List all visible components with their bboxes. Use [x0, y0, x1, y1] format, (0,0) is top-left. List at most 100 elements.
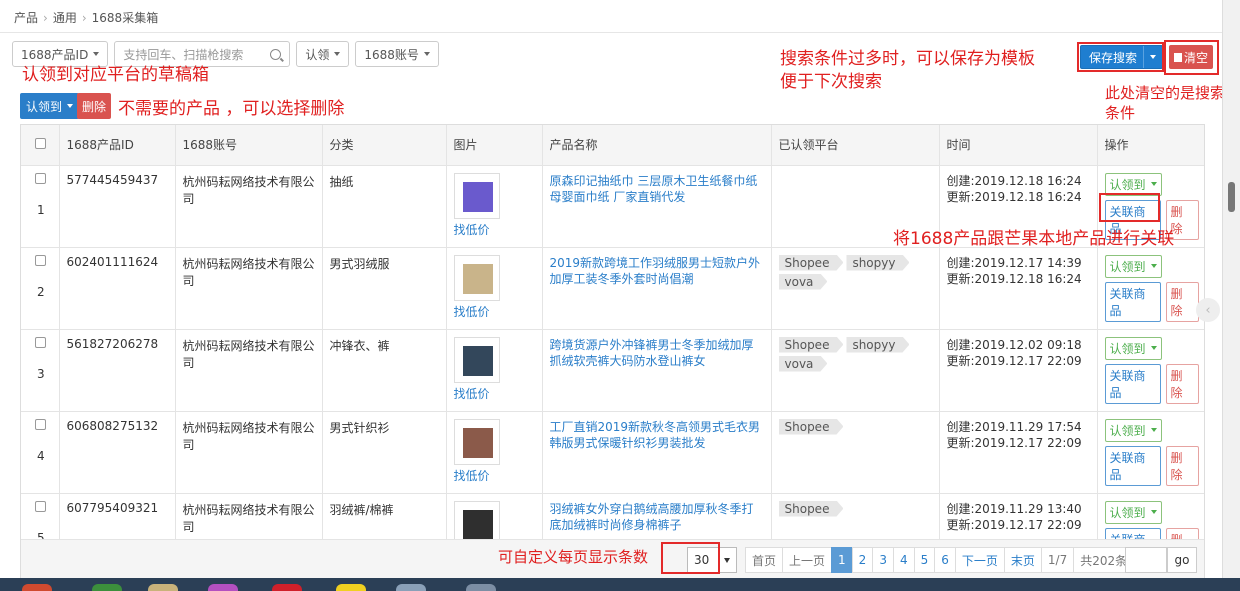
product-thumbnail[interactable]: [453, 172, 500, 219]
account-cell: 杭州码耘网络技术有限公司: [175, 329, 323, 412]
product-image: [462, 263, 493, 294]
link-product-button[interactable]: 关联商品: [1104, 281, 1161, 322]
row-checkbox[interactable]: [35, 336, 46, 348]
chevron-down-icon: [1150, 428, 1157, 432]
row-delete-button[interactable]: 删除: [1165, 281, 1199, 322]
save-search-dropdown[interactable]: [1143, 46, 1162, 68]
breadcrumb-item-general[interactable]: 通用: [53, 11, 77, 25]
breadcrumb-item-products[interactable]: 产品: [14, 11, 38, 25]
platform-tag: Shopee: [779, 255, 844, 271]
page-6-button[interactable]: 6: [934, 547, 956, 573]
link-product-button[interactable]: 关联商品: [1104, 445, 1161, 486]
taskbar-app-icon[interactable]: [272, 584, 302, 591]
row-checkbox[interactable]: [35, 172, 46, 184]
table-row: 2 602401111624 杭州码耘网络技术有限公司 男式羽绒服 找低价 20…: [21, 247, 1204, 330]
product-image: [462, 427, 493, 458]
page-info: 1/7: [1040, 547, 1075, 573]
created-time: 创建:2019.12.02 09:18: [946, 337, 1082, 352]
chevron-down-icon: [1150, 55, 1157, 59]
clear-button[interactable]: 清空: [1169, 45, 1213, 69]
page-jump-input[interactable]: [1125, 547, 1167, 573]
row-claim-button[interactable]: 认领到: [1104, 336, 1162, 360]
claimed-platforms-cell: Shopee shopyy vova: [771, 329, 940, 412]
select-all-checkbox[interactable]: [35, 137, 46, 149]
collapse-arrow-icon[interactable]: ‹: [1196, 298, 1220, 322]
batch-claim-button[interactable]: 认领到: [20, 93, 80, 119]
taskbar-app-icon[interactable]: [336, 584, 366, 591]
chevron-down-icon: [1150, 182, 1157, 186]
updated-time: 更新:2019.12.17 22:09: [946, 354, 1082, 369]
updated-time: 更新:2019.12.17 22:09: [946, 436, 1082, 451]
next-page-button[interactable]: 下一页: [954, 547, 1005, 573]
platform-tag: Shopee: [779, 501, 844, 517]
page-2-button[interactable]: 2: [851, 547, 874, 573]
header-claimed-platforms: 已认领平台: [771, 125, 940, 166]
annotation-delete: 不需要的产品 ，可以选择删除: [118, 99, 345, 119]
go-button[interactable]: go: [1167, 547, 1197, 573]
save-search-button[interactable]: 保存搜索: [1080, 45, 1164, 69]
row-delete-button[interactable]: 删除: [1165, 445, 1199, 486]
taskbar-app-icon[interactable]: [92, 584, 122, 591]
find-low-price-link[interactable]: 找低价: [454, 221, 535, 238]
taskbar-app-icon[interactable]: [22, 584, 52, 591]
row-number: 3: [37, 366, 45, 381]
annotation-claim: 认领到对应平台的草稿箱: [22, 65, 209, 85]
page-scrollbar[interactable]: [1222, 0, 1240, 578]
taskbar-app-icon[interactable]: [466, 584, 496, 591]
product-id-cell: 602401111624: [59, 247, 176, 330]
product-name-link[interactable]: 跨境货源户外冲锋裤男士冬季加绒加厚抓绒软壳裤大码防水登山裤女: [550, 338, 754, 369]
find-low-price-link[interactable]: 找低价: [454, 467, 535, 484]
product-thumbnail[interactable]: [453, 418, 500, 465]
product-name-link[interactable]: 原森印记抽纸巾 三层原木卫生纸餐巾纸母婴面巾纸 厂家直销代发: [550, 174, 758, 205]
product-image: [462, 345, 493, 376]
row-claim-button[interactable]: 认领到: [1104, 418, 1162, 442]
platform-tag: shopyy: [846, 255, 909, 271]
annotation-link-product: 将1688产品跟芒果本地产品进行关联: [893, 229, 1175, 249]
row-delete-button[interactable]: 删除: [1165, 363, 1199, 404]
page-size-select[interactable]: 30: [687, 547, 737, 573]
product-image: [462, 509, 493, 540]
account-select[interactable]: 1688账号: [355, 41, 439, 67]
product-name-link[interactable]: 2019新款跨境工作羽绒服男士短款户外加厚工装冬季外套时尚倡潮: [550, 256, 761, 287]
product-thumbnail[interactable]: [453, 336, 500, 383]
product-name-link[interactable]: 工厂直销2019新款秋冬高领男式毛衣男韩版男式保暖针织衫男装批发: [550, 420, 761, 451]
annotation-save-search: 搜索条件过多时，可以保存为模板 便于下次搜索: [780, 49, 1035, 92]
page-3-button[interactable]: 3: [872, 547, 894, 573]
link-product-button[interactable]: 关联商品: [1104, 363, 1161, 404]
created-time: 创建:2019.11.29 13:40: [946, 501, 1082, 516]
row-checkbox[interactable]: [35, 418, 46, 430]
breadcrumb: 产品 › 通用 › 1688采集箱: [0, 0, 1222, 33]
last-page-button[interactable]: 末页: [1003, 547, 1042, 573]
taskbar-app-icon[interactable]: [208, 584, 238, 591]
created-time: 创建:2019.12.18 16:24: [946, 173, 1082, 188]
row-checkbox[interactable]: [35, 500, 46, 512]
product-name-link[interactable]: 羽绒裤女外穿白鹅绒高腰加厚秋冬季打底加绒裤时尚修身棉裤子: [550, 502, 754, 533]
scrollbar-thumb[interactable]: [1228, 182, 1235, 212]
batch-delete-button[interactable]: 删除: [77, 93, 112, 119]
created-time: 创建:2019.11.29 17:54: [946, 419, 1082, 434]
header-category: 分类: [322, 125, 447, 166]
row-claim-button[interactable]: 认领到: [1104, 254, 1162, 278]
first-page-button[interactable]: 首页: [745, 547, 784, 573]
search-icon[interactable]: [270, 48, 282, 60]
claimed-platforms-cell: Shopee: [771, 411, 940, 494]
category-cell: 男式羽绒服: [322, 247, 447, 330]
platform-tag: Shopee: [779, 419, 844, 435]
row-claim-button[interactable]: 认领到: [1104, 500, 1162, 524]
find-low-price-link[interactable]: 找低价: [454, 385, 535, 402]
find-low-price-link[interactable]: 找低价: [454, 303, 535, 320]
prev-page-button[interactable]: 上一页: [782, 547, 833, 573]
chevron-down-icon: [1150, 346, 1157, 350]
page-1-button[interactable]: 1: [831, 547, 853, 573]
row-claim-button[interactable]: 认领到: [1104, 172, 1162, 196]
taskbar-app-icon[interactable]: [396, 584, 426, 591]
claim-filter-select[interactable]: 认领: [296, 41, 350, 67]
product-thumbnail[interactable]: [453, 254, 500, 301]
page-5-button[interactable]: 5: [913, 547, 936, 573]
chevron-down-icon: [67, 104, 74, 108]
product-table: 1688产品ID 1688账号 分类 图片 产品名称 已认领平台 时间 操作 1…: [20, 124, 1205, 578]
row-checkbox[interactable]: [35, 254, 46, 266]
page-4-button[interactable]: 4: [892, 547, 915, 573]
os-taskbar: [0, 578, 1240, 591]
taskbar-app-icon[interactable]: [148, 584, 178, 591]
